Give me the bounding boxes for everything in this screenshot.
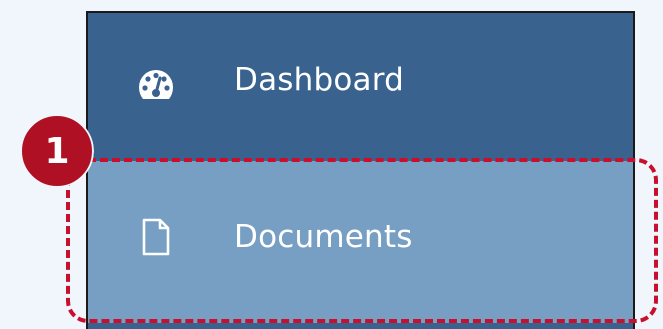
step-badge-wrapper: 1 [20,114,94,188]
sidebar-item-label: Dashboard [234,62,404,98]
sidebar-item-dashboard[interactable]: Dashboard [88,13,633,158]
sidebar-item-documents[interactable]: Documents [88,161,633,323]
step-number-badge: 1 [20,114,94,188]
sidebar-nav: Dashboard Documents [86,11,635,329]
document-icon [136,217,176,257]
sidebar-next-item-edge [88,323,633,329]
dashboard-gauge-icon [136,65,176,105]
sidebar-item-label: Documents [234,219,413,255]
